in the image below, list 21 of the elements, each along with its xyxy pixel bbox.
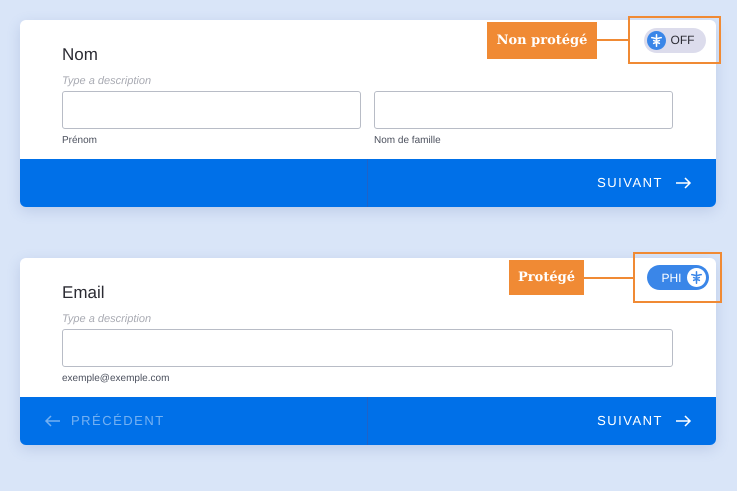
caduceus-icon (686, 268, 706, 287)
left-arrow-icon (44, 415, 61, 427)
next-button[interactable]: SUIVANT (597, 411, 692, 431)
next-button[interactable]: SUIVANT (597, 173, 692, 193)
right-arrow-icon (675, 415, 692, 427)
input-field[interactable] (62, 91, 361, 129)
field-sublabel: exemple@exemple.com (62, 373, 170, 385)
field-sublabel: Nom de famille (374, 135, 442, 147)
input-field[interactable] (374, 91, 673, 129)
caduceus-icon (646, 30, 666, 50)
description-placeholder[interactable]: Type a description (62, 75, 673, 88)
phi-toggle[interactable]: PHI (646, 265, 708, 290)
question-title: Nom (62, 44, 99, 66)
description-placeholder[interactable]: Type a description (62, 313, 673, 326)
callout-label: Protégé (509, 260, 584, 295)
field-sublabel: Prénom (62, 135, 98, 147)
question-title: Email (62, 282, 106, 304)
input-field[interactable] (62, 329, 673, 367)
phi-toggle[interactable]: OFF (644, 28, 706, 52)
right-arrow-icon (675, 177, 692, 189)
callout-label: Non protégé (487, 22, 597, 59)
